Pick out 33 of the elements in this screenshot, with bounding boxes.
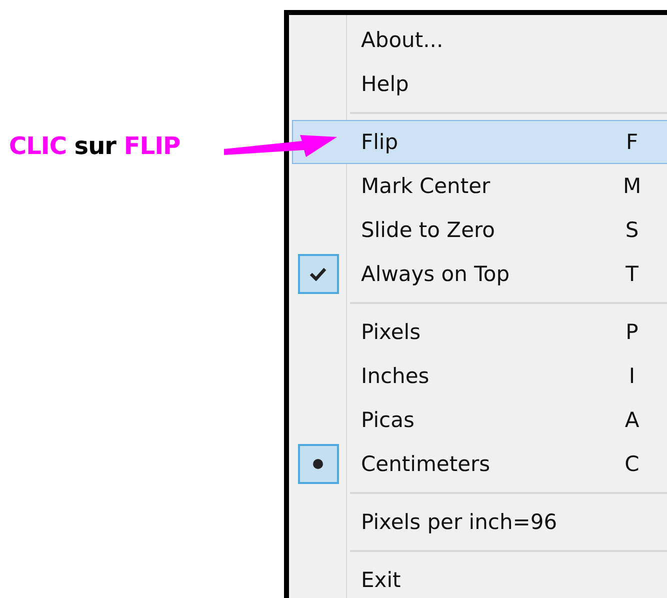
menu-item-label: Flip bbox=[361, 130, 400, 154]
menu-item[interactable]: Inches I bbox=[292, 354, 667, 398]
menu-item[interactable]: Exit bbox=[292, 558, 667, 598]
menu-item-label: Slide to Zero bbox=[361, 218, 496, 242]
menu-item[interactable]: About... bbox=[292, 18, 667, 62]
menu-item-label: Inches bbox=[361, 364, 430, 388]
shortcut-key: C bbox=[621, 452, 643, 476]
menu-item-label: Pixels per inch=96 bbox=[361, 510, 558, 534]
shortcut-key: A bbox=[621, 408, 643, 432]
menu-item[interactable]: Pixels P bbox=[292, 310, 667, 354]
menu-item[interactable]: Flip F bbox=[292, 120, 667, 164]
menu-item-label: Pixels bbox=[361, 320, 422, 344]
menu-item[interactable]: Picas A bbox=[292, 398, 667, 442]
shortcut-key: S bbox=[621, 218, 643, 242]
annotation-text: CLIC sur FLIP bbox=[9, 132, 180, 160]
menu-item-label: Picas bbox=[361, 408, 416, 432]
menu-item-label: Mark Center bbox=[361, 174, 492, 198]
menu-item[interactable]: Centimeters C bbox=[292, 442, 667, 486]
shortcut-key: I bbox=[621, 364, 643, 388]
menu-item-label: About... bbox=[361, 28, 444, 52]
menu-item[interactable]: Mark Center M bbox=[292, 164, 667, 208]
shortcut-key: M bbox=[621, 174, 643, 198]
menu-item-label: Help bbox=[361, 72, 410, 96]
menu-item-label: Exit bbox=[361, 568, 402, 592]
shortcut-key: F bbox=[621, 130, 643, 154]
menu-item-label: Centimeters bbox=[361, 452, 492, 476]
menu-item[interactable]: Pixels per inch=96 bbox=[292, 500, 667, 544]
menu-item[interactable]: Help bbox=[292, 62, 667, 106]
menu-item[interactable]: Always on Top T bbox=[292, 252, 667, 296]
shortcut-key: P bbox=[621, 320, 643, 344]
menu-item-label: Always on Top bbox=[361, 262, 511, 286]
menu-item[interactable]: Slide to Zero S bbox=[292, 208, 667, 252]
shortcut-key: T bbox=[621, 262, 643, 286]
